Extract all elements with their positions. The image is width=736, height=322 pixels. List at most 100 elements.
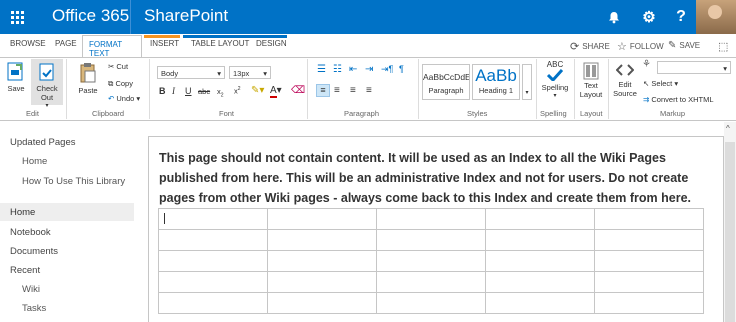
- bullets-button[interactable]: ☰: [317, 64, 326, 75]
- convert-xhtml-button[interactable]: ⇉ Convert to XHTML: [643, 95, 714, 104]
- paste-button[interactable]: Paste: [76, 62, 100, 95]
- select-button[interactable]: ↖ Select ▾: [643, 79, 678, 88]
- table-cell[interactable]: [485, 229, 595, 251]
- undo-button[interactable]: ↶ Undo ▾: [108, 94, 140, 103]
- spelling-button[interactable]: ABC Spelling ▾: [539, 60, 571, 99]
- group-clipboard-label: Clipboard: [92, 109, 125, 118]
- save-page-button[interactable]: ✎ SAVE: [668, 40, 700, 51]
- tab-insert[interactable]: INSERT: [150, 39, 179, 48]
- table-cell[interactable]: [594, 250, 704, 272]
- table-cell[interactable]: [594, 229, 704, 251]
- italic-button[interactable]: I: [172, 86, 175, 96]
- rtl-icon: ¶: [399, 64, 404, 74]
- table-cell[interactable]: [376, 271, 486, 293]
- app-launcher-button[interactable]: [0, 0, 34, 34]
- numbering-button[interactable]: ☷: [333, 64, 342, 75]
- table-cell[interactable]: [376, 292, 486, 314]
- sharepoint-link[interactable]: SharePoint: [144, 6, 228, 26]
- indent-button[interactable]: ⇥: [365, 64, 373, 75]
- avatar[interactable]: [696, 0, 736, 34]
- subscript-button[interactable]: x2: [217, 87, 224, 99]
- text-layout-button[interactable]: Text Layout: [577, 62, 605, 99]
- align-center-button[interactable]: ≡: [334, 85, 340, 96]
- table-cell[interactable]: [158, 292, 268, 314]
- font-color-button[interactable]: A▾: [270, 85, 282, 98]
- table-cell[interactable]: [594, 271, 704, 293]
- underline-button[interactable]: U: [185, 86, 192, 96]
- cut-button[interactable]: ✂ Cut: [108, 62, 128, 71]
- settings-button[interactable]: ⚙: [632, 0, 666, 34]
- table-cell[interactable]: [267, 229, 377, 251]
- align-left-button[interactable]: ≡: [316, 84, 330, 97]
- tab-design[interactable]: DESIGN: [256, 39, 287, 48]
- clear-format-button[interactable]: ⌫: [291, 85, 305, 96]
- numbered-list-icon: ☷: [333, 64, 342, 75]
- office365-link[interactable]: Office 365: [52, 6, 129, 26]
- page-content-text[interactable]: This page should not contain content. It…: [159, 148, 719, 208]
- table-cell[interactable]: [158, 271, 268, 293]
- table-cell[interactable]: [376, 208, 486, 230]
- save-button[interactable]: Save: [4, 62, 28, 93]
- tab-page[interactable]: PAGE: [55, 39, 77, 48]
- check-out-button[interactable]: Check Out ▾: [31, 59, 63, 109]
- focus-button[interactable]: ⬚: [718, 40, 728, 53]
- language-button[interactable]: ⚘: [642, 59, 651, 70]
- bold-button[interactable]: B: [159, 86, 166, 96]
- tab-format-text[interactable]: FORMAT TEXT: [82, 35, 142, 58]
- nav-updated-pages[interactable]: Updated Pages: [10, 137, 76, 148]
- nav-documents[interactable]: Documents: [10, 246, 58, 257]
- table-cell[interactable]: [267, 208, 377, 230]
- bell-icon: [609, 11, 619, 23]
- table-cell[interactable]: [267, 292, 377, 314]
- table-cell[interactable]: [376, 229, 486, 251]
- ltr-button[interactable]: ⇥¶: [381, 64, 393, 75]
- table-cell[interactable]: [485, 208, 595, 230]
- font-size-select[interactable]: 13px ▾: [229, 66, 271, 79]
- tab-table-layout[interactable]: TABLE LAYOUT: [191, 39, 249, 48]
- table-cell[interactable]: [376, 250, 486, 272]
- styles-more-button[interactable]: ▾: [522, 64, 532, 100]
- nav-tasks[interactable]: Tasks: [22, 303, 46, 314]
- strikethrough-button[interactable]: abc: [198, 87, 210, 96]
- tab-browse[interactable]: BROWSE: [10, 39, 46, 48]
- language-select[interactable]: ▾: [657, 61, 731, 74]
- suite-bar: Office 365 SharePoint ⚙ ?: [0, 0, 736, 34]
- nav-recent[interactable]: Recent: [10, 265, 40, 276]
- table-cell[interactable]: [485, 292, 595, 314]
- group-paragraph-label: Paragraph: [344, 109, 380, 118]
- scrollbar-thumb[interactable]: [725, 142, 735, 322]
- scroll-up-icon[interactable]: ^: [726, 124, 730, 133]
- copy-button[interactable]: ⧉ Copy: [108, 79, 133, 89]
- table-cell[interactable]: [485, 271, 595, 293]
- divider: [66, 59, 67, 119]
- table-cell[interactable]: [485, 250, 595, 272]
- outdent-button[interactable]: ⇤: [349, 64, 357, 75]
- nav-wiki[interactable]: Wiki: [22, 284, 40, 295]
- superscript-button[interactable]: x2: [234, 86, 241, 96]
- style-heading1[interactable]: AaBb Heading 1: [472, 64, 520, 100]
- table-cell[interactable]: [594, 292, 704, 314]
- align-right-button[interactable]: ≡: [350, 85, 356, 96]
- follow-button[interactable]: ☆ FOLLOW: [617, 40, 664, 53]
- table-cell[interactable]: [267, 271, 377, 293]
- style-paragraph[interactable]: AaBbCcDdE Paragraph: [422, 64, 470, 100]
- highlight-button[interactable]: ✎▾: [251, 85, 264, 96]
- font-family-select[interactable]: Body ▾: [157, 66, 225, 79]
- help-button[interactable]: ?: [664, 0, 698, 34]
- content-table[interactable]: [158, 208, 704, 314]
- table-cell[interactable]: [158, 208, 268, 230]
- nav-home[interactable]: Home: [0, 203, 134, 221]
- rtl-button[interactable]: ¶: [399, 64, 404, 74]
- share-button[interactable]: ⟳ SHARE: [570, 40, 610, 53]
- table-cell[interactable]: [594, 208, 704, 230]
- edit-source-button[interactable]: Edit Source: [612, 62, 638, 98]
- nav-home-sub[interactable]: Home: [22, 156, 47, 167]
- justify-button[interactable]: ≡: [366, 85, 372, 96]
- nav-how-to[interactable]: How To Use This Library: [22, 176, 125, 187]
- table-cell[interactable]: [158, 229, 268, 251]
- notifications-button[interactable]: [597, 0, 631, 34]
- chevron-down-icon: ▾: [263, 69, 267, 78]
- nav-notebook[interactable]: Notebook: [10, 227, 51, 238]
- table-cell[interactable]: [158, 250, 268, 272]
- table-cell[interactable]: [267, 250, 377, 272]
